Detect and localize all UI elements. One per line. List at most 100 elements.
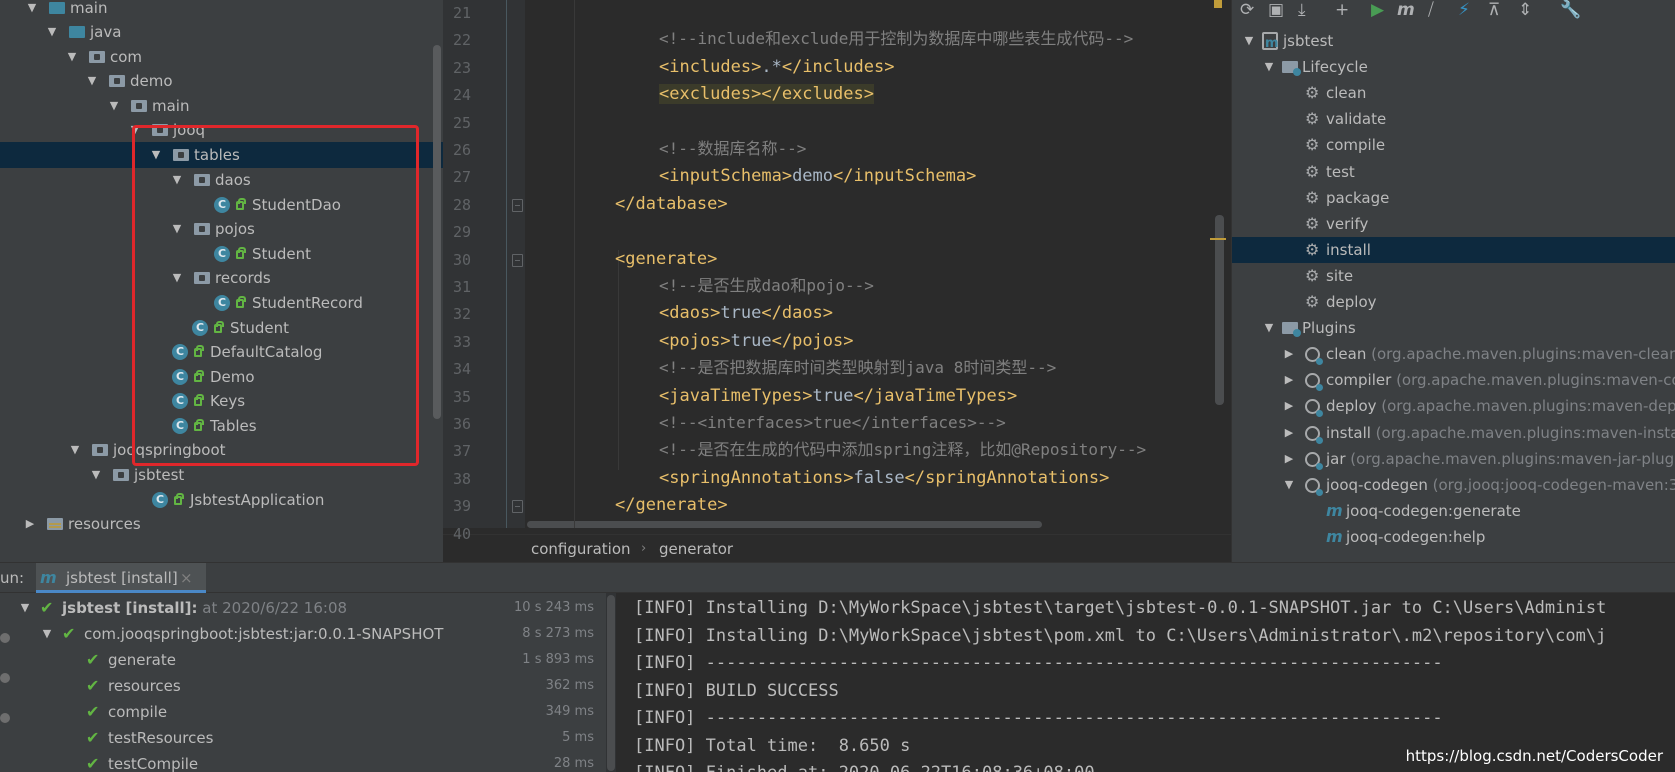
maven-tree-item[interactable]: ⚙ package [1232,185,1675,211]
chevron-down-icon[interactable]: ▼ [1242,28,1256,54]
chevron-down-icon[interactable]: ▼ [40,621,54,647]
chevron-right-icon[interactable]: ▶ [1282,446,1296,472]
project-tree-item[interactable]: ▶ resources [0,511,443,537]
chevron-down-icon[interactable]: ▼ [1262,54,1276,80]
breadcrumb-generator[interactable]: generator [659,535,733,563]
maven-tree-item[interactable]: ▶ install (org.apache.maven.plugins:maven… [1232,420,1675,446]
maven-tree-item[interactable]: ⚙ clean [1232,80,1675,106]
maven-tree-item[interactable]: ⚙ validate [1232,106,1675,132]
maven-tree-item[interactable]: ⚙ install [1232,236,1675,263]
maven-tree-item[interactable]: ▼ Lifecycle [1232,54,1675,80]
maven-goal-icon[interactable]: m [1397,0,1415,20]
code-line[interactable]: <daos>true</daos> [659,302,833,324]
show-dependencies-icon[interactable]: ⊼ [1488,0,1500,20]
chevron-down-icon[interactable]: ▼ [89,462,103,488]
reload-icon[interactable]: ⟳ [1240,0,1254,20]
chevron-right-icon[interactable]: ▶ [1282,341,1296,367]
warning-marker[interactable] [1214,0,1222,8]
project-tree-item[interactable]: ▼ main [0,0,443,21]
maven-tree-item[interactable]: ⚙ verify [1232,211,1675,237]
chevron-down-icon[interactable]: ▼ [25,0,39,21]
editor-vertical-scrollbar[interactable] [1215,215,1224,405]
maven-tree-item[interactable]: ▶ jar (org.apache.maven.plugins:maven-jar… [1232,446,1675,472]
toggle-offline-icon[interactable]: ⧸ [1428,0,1434,20]
stop-icon[interactable] [0,673,10,683]
maven-tree-item[interactable]: m jooq-codegen:generate [1232,498,1675,524]
download-icon[interactable]: ⤓ [1298,0,1306,20]
build-result-row[interactable]: ✔ compile 349 ms [16,699,606,725]
maven-tree-item[interactable]: ⚙ compile [1232,132,1675,158]
project-tree-item[interactable]: ▼ main [0,93,443,119]
settings-wrench-icon[interactable]: 🔧 [1560,0,1581,20]
error-stripe-marker[interactable] [1210,238,1226,240]
chevron-down-icon[interactable]: ▼ [68,437,82,463]
code-line[interactable]: <includes>.*</includes> [659,56,894,78]
maven-tree-item[interactable]: ⚙ site [1232,263,1675,289]
console-output[interactable]: https://blog.csdn.net/CodersCoder [INFO]… [616,593,1675,772]
project-tree-item[interactable]: ▼ com [0,44,443,70]
code-line[interactable]: <springAnnotations>false</springAnnotati… [659,467,1109,489]
code-line[interactable]: <javaTimeTypes>true</javaTimeTypes> [659,385,1017,407]
maven-tree-item[interactable]: ▼ jsbtest [1232,28,1675,57]
fold-marker-icon[interactable] [512,253,523,267]
maven-tree-item[interactable]: ⚙ deploy [1232,289,1675,315]
run-icon[interactable]: ▶ [1371,0,1384,20]
code-line[interactable]: <!--是否在生成的代码中添加spring注释，比如@Repository--> [659,439,1146,461]
build-result-row[interactable]: ✔ testResources 5 ms [16,725,606,751]
code-line[interactable]: <!--数据库名称--> [659,138,806,160]
chevron-right-icon[interactable]: ▶ [1282,393,1296,419]
code-line[interactable]: <!--include和exclude用于控制为数据库中哪些表生成代码--> [659,28,1133,50]
run-tab-jsbtest-install[interactable]: m jsbtest [install] × [36,563,206,593]
maven-tree-item[interactable]: ▶ deploy (org.apache.maven.plugins:maven-… [1232,393,1675,419]
code-line[interactable]: <!--是否生成dao和pojo--> [659,275,874,297]
project-tree-item[interactable]: ▼ demo [0,68,443,94]
chevron-down-icon[interactable]: ▼ [107,93,121,119]
code-line[interactable]: <!--是否把数据库时间类型映射到java 8时间类型--> [659,357,1056,379]
editor-horizontal-scrollbar[interactable] [527,521,1042,528]
code-line[interactable]: <!--<interfaces>true</interfaces>--> [659,412,1006,434]
breadcrumb-separator: › [641,541,647,556]
breadcrumb-configuration[interactable]: configuration [531,535,631,563]
generate-sources-icon[interactable]: ▣ [1268,0,1284,20]
build-result-row[interactable]: ▼ ✔ com.jooqspringboot:jsbtest:jar:0.0.1-S… [16,621,606,647]
build-result-row[interactable]: ✔ testCompile 28 ms [16,751,606,772]
chevron-right-icon[interactable]: ▶ [23,511,37,537]
maven-tree-item[interactable]: ▶ clean (org.apache.maven.plugins:maven-c… [1232,341,1675,367]
chevron-down-icon[interactable]: ▼ [85,68,99,94]
code-line[interactable]: <generate> [615,248,717,270]
project-tree-item[interactable]: ▼ java [0,19,443,45]
code-line[interactable]: </generate> [615,494,728,516]
run-tree-scrollbar[interactable] [607,595,615,771]
chevron-down-icon[interactable]: ▼ [45,19,59,45]
code-line[interactable]: </database> [615,193,728,215]
build-result-row[interactable]: ▼ ✔ jsbtest [install]: at 2020/6/22 16:08 1… [16,595,606,621]
fold-marker-icon[interactable] [512,198,523,212]
code-line[interactable]: <pojos>true</pojos> [659,330,854,352]
chevron-right-icon[interactable]: ▶ [1282,420,1296,446]
fold-marker-icon[interactable] [512,500,523,514]
code-line[interactable]: <inputSchema>demo</inputSchema> [659,165,976,187]
chevron-down-icon[interactable]: ▼ [1262,315,1276,341]
maven-tree-item[interactable]: m jooq-codegen:help [1232,524,1675,550]
collapse-all-icon[interactable]: ⇕ [1518,0,1532,20]
maven-tree-item[interactable]: ⚙ test [1232,159,1675,185]
skip-tests-icon[interactable]: ⚡ [1458,0,1470,20]
pin-icon[interactable] [0,713,10,723]
chevron-down-icon[interactable]: ▼ [18,595,32,621]
chevron-down-icon[interactable]: ▼ [1282,472,1296,498]
maven-tree-item[interactable]: ▶ compiler (org.apache.maven.plugins:mave… [1232,367,1675,393]
add-icon[interactable]: + [1335,0,1349,20]
maven-tree-item[interactable]: ▼ Plugins [1232,315,1675,341]
chevron-right-icon[interactable]: ▶ [1282,367,1296,393]
xml-tag: <springAnnotations> [659,467,854,488]
build-result-row[interactable]: ✔ resources 362 ms [16,673,606,699]
close-icon[interactable]: × [180,563,193,593]
build-result-row[interactable]: ✔ generate 1 s 893 ms [16,647,606,673]
maven-item-label: validate [1326,110,1387,129]
code-line[interactable]: <excludes></excludes> [659,83,874,105]
maven-tree-item[interactable]: ▼ jooq-codegen (org.jooq:jooq-codegen-mav… [1232,472,1675,498]
rerun-icon[interactable] [0,633,10,643]
chevron-down-icon[interactable]: ▼ [65,44,79,70]
project-tree-scrollbar[interactable] [433,45,441,419]
project-tree-item[interactable]: C JsbtestApplication [0,487,443,513]
